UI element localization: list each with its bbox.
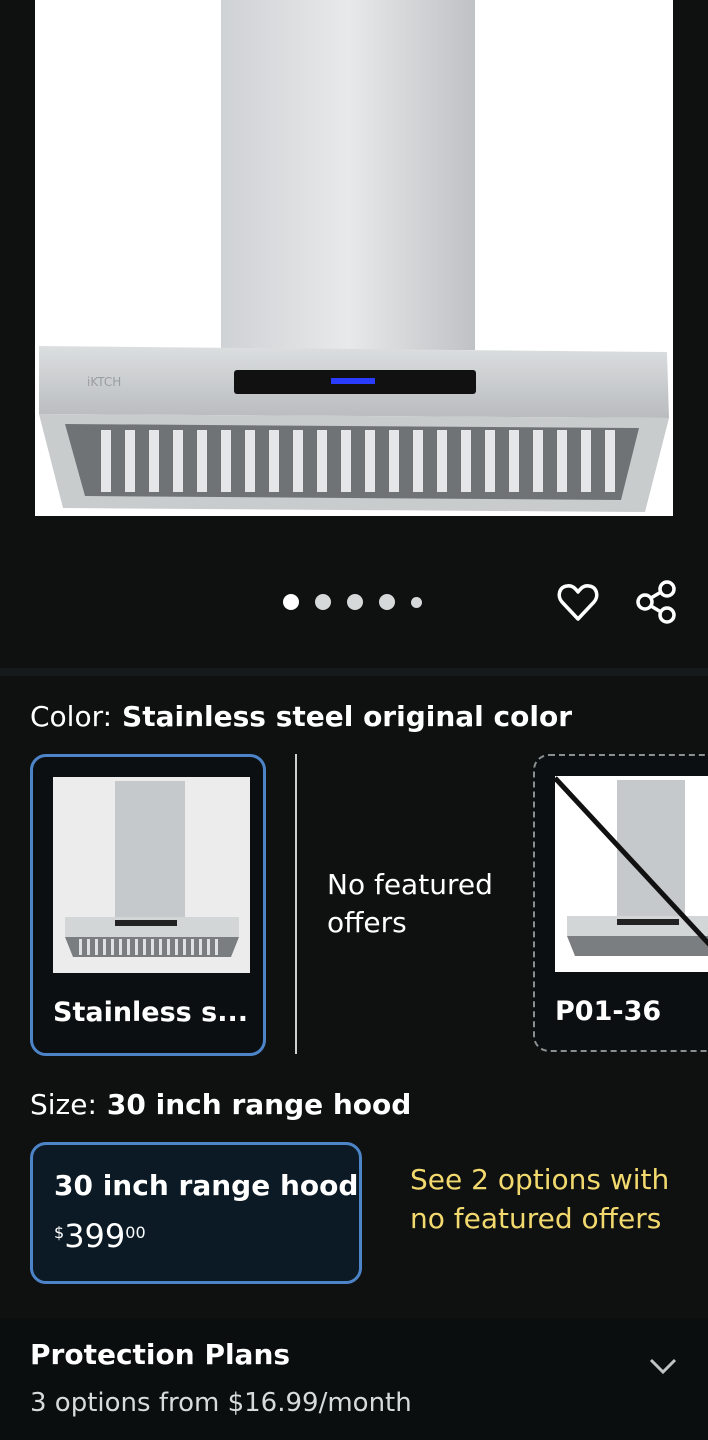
protection-plans-subtitle: 3 options from $16.99/month [30, 1388, 412, 1418]
price-fraction: 00 [125, 1223, 146, 1242]
carousel-dot[interactable] [283, 594, 299, 610]
protection-plans-section[interactable]: Protection Plans 3 options from $16.99/m… [0, 1318, 708, 1440]
carousel-dot[interactable] [315, 594, 331, 610]
color-swatch-selected[interactable]: Stainless s... [30, 754, 266, 1056]
size-label: Size: [30, 1088, 97, 1121]
brand-logo: iKTCH [87, 375, 121, 389]
carousel-dot[interactable] [379, 594, 395, 610]
size-option-selected[interactable]: 30 inch range hood $39900 [30, 1142, 362, 1284]
swatch-label: Stainless s... [53, 997, 248, 1028]
color-selected-value: Stainless steel original color [122, 700, 573, 733]
see-more-options-link[interactable]: See 2 options with no featured offers [410, 1160, 700, 1238]
product-image[interactable]: iKTCH [35, 0, 673, 516]
carousel-dot[interactable] [347, 594, 363, 610]
share-icon[interactable] [634, 579, 680, 625]
section-divider [0, 668, 708, 676]
heart-icon[interactable] [556, 579, 600, 625]
swatch-thumbnail [555, 776, 708, 972]
size-option-title: 30 inch range hood [54, 1169, 359, 1202]
chevron-down-icon[interactable] [648, 1354, 678, 1378]
size-selected-value: 30 inch range hood [106, 1088, 412, 1121]
carousel-dot[interactable] [411, 596, 422, 608]
range-hood-illustration: iKTCH [39, 0, 669, 512]
color-swatch-unavailable[interactable]: P01-36 [533, 754, 708, 1052]
swatch-label: P01-36 [555, 996, 662, 1027]
color-label: Color: [30, 700, 113, 733]
price-currency: $ [54, 1223, 65, 1242]
price-whole: 399 [64, 1217, 126, 1255]
image-carousel-indicator [283, 594, 422, 610]
protection-plans-title: Protection Plans [30, 1338, 291, 1371]
size-option-price: $39900 [54, 1217, 146, 1255]
size-selection-label: Size: 30 inch range hood [30, 1088, 411, 1121]
color-selection-label: Color: Stainless steel original color [30, 700, 572, 733]
no-featured-offers-text: No featured offers [327, 868, 493, 939]
swatch-divider [295, 754, 297, 1054]
swatch-thumbnail [53, 777, 250, 973]
